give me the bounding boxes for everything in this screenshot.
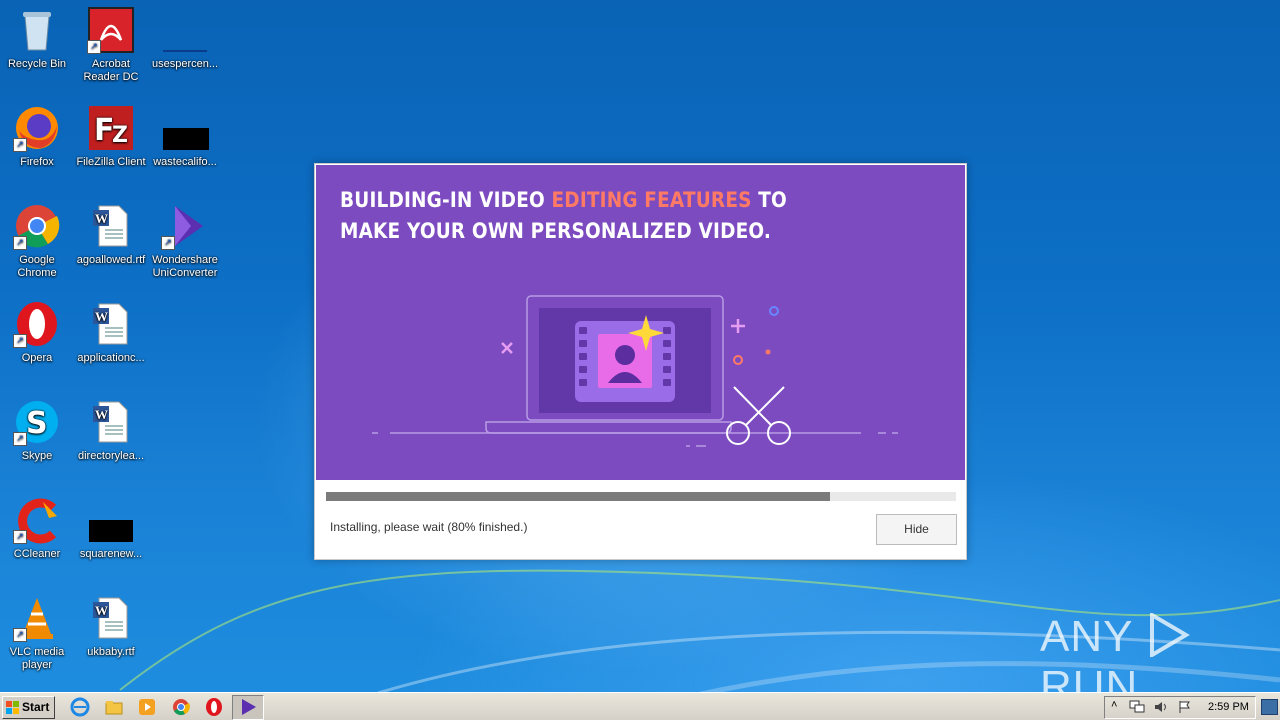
install-progress-bar [326, 492, 956, 501]
show-desktop-button[interactable] [1261, 699, 1278, 715]
start-label: Start [22, 700, 50, 714]
skype-icon: S ↗ [13, 398, 61, 446]
desktop-icon-label: Opera [21, 352, 53, 364]
desktop-icon-label: Acrobat Reader DC [83, 58, 139, 83]
firefox-icon: ↗ [13, 104, 61, 152]
opera-icon[interactable] [204, 697, 224, 717]
desktop-icon-chrome[interactable]: ↗ Google Chrome [0, 202, 74, 280]
desktop-icon-label: Firefox [20, 156, 54, 168]
word-document-icon: W [87, 398, 135, 446]
watermark-text-left: ANY [1040, 612, 1133, 661]
desktop-icon-opera[interactable]: ↗ Opera [0, 300, 74, 365]
desktop-icon-label: Skype [21, 450, 53, 462]
svg-text:W: W [95, 309, 108, 324]
action-center-flag-icon[interactable] [1177, 700, 1193, 714]
desktop-icon-label: directorylea... [77, 450, 145, 462]
internet-explorer-icon[interactable] [70, 697, 90, 717]
acrobat-icon: ↗ [87, 6, 135, 54]
desktop-icon-label: usespercen... [151, 58, 219, 70]
desktop-icon-uniconverter[interactable]: ↗ Wondershare UniConverter [148, 202, 222, 280]
shortcut-arrow-icon: ↗ [161, 236, 175, 250]
file-icon [161, 104, 209, 152]
play-logo-icon [1149, 611, 1190, 659]
desktop-icon-ukbaby[interactable]: W ukbaby.rtf [74, 594, 148, 659]
desktop-icon-vlc[interactable]: ↗ VLC media player [0, 594, 74, 672]
start-button[interactable]: Start [2, 696, 55, 719]
desktop-icon-label: Wondershare UniConverter [152, 254, 218, 279]
network-icon[interactable] [1129, 700, 1145, 714]
desktop-icon-acrobat[interactable]: ↗ Acrobat Reader DC [74, 6, 148, 84]
chrome-icon: ↗ [13, 202, 61, 250]
volume-icon[interactable] [1153, 700, 1169, 714]
desktop-icon-wastecalifo[interactable]: wastecalifo... [148, 104, 222, 169]
desktop-icon-label: wastecalifo... [153, 156, 217, 168]
shortcut-arrow-icon: ↗ [13, 432, 27, 446]
desktop-icon-firefox[interactable]: ↗ Firefox [0, 104, 74, 169]
file-icon [87, 496, 135, 544]
desktop-icon-label: squarenew... [79, 548, 143, 560]
install-status-text: Installing, please wait (80% finished.) [330, 520, 528, 534]
svg-text:Z: Z [112, 123, 128, 148]
installer-banner: BUILDING-IN VIDEO EDITING FEATURES TO MA… [316, 165, 965, 480]
desktop-icon-applicationc[interactable]: W applicationc... [74, 300, 148, 365]
shortcut-arrow-icon: ↗ [13, 334, 27, 348]
ccleaner-icon: ↗ [13, 496, 61, 544]
filezilla-icon: FZ [87, 104, 135, 152]
uniconverter-icon: ↗ [161, 202, 209, 250]
video-editing-illustration [372, 295, 898, 447]
desktop-icon-directorylea[interactable]: W directorylea... [74, 398, 148, 463]
shortcut-arrow-icon: ↗ [13, 530, 27, 544]
uniconverter-taskbar-button[interactable] [232, 695, 264, 720]
svg-text:W: W [95, 603, 108, 618]
uniconverter-icon [242, 699, 256, 715]
shortcut-arrow-icon: ↗ [13, 236, 27, 250]
desktop-icon-usespercen[interactable]: usespercen... [148, 6, 222, 71]
media-player-icon[interactable] [137, 697, 157, 717]
vlc-icon: ↗ [13, 594, 61, 642]
desktop-icon-agoallowed[interactable]: W agoallowed.rtf [74, 202, 148, 267]
shortcut-arrow-icon: ↗ [13, 138, 27, 152]
word-document-icon: W [87, 202, 135, 250]
desktop-icon-recycle-bin[interactable]: Recycle Bin [0, 6, 74, 71]
svg-text:W: W [95, 407, 108, 422]
desktop-icon-squarenew[interactable]: squarenew... [74, 496, 148, 561]
desktop-icon-label: Recycle Bin [7, 58, 67, 70]
svg-text:W: W [95, 211, 108, 226]
recycle-bin-icon [13, 6, 61, 54]
shortcut-arrow-icon: ↗ [87, 40, 101, 54]
installer-window: BUILDING-IN VIDEO EDITING FEATURES TO MA… [314, 163, 967, 560]
windows-logo-icon [6, 701, 19, 714]
install-progress-fill [326, 492, 830, 501]
desktop-icon-label: FileZilla Client [76, 156, 146, 168]
opera-icon: ↗ [13, 300, 61, 348]
taskbar: Start ˄ 2:59 PM [0, 692, 1280, 720]
desktop-icon-label: ukbaby.rtf [87, 646, 135, 658]
desktop-icon-label: CCleaner [13, 548, 61, 560]
shortcut-arrow-icon: ↗ [13, 628, 27, 642]
desktop-icon-filezilla[interactable]: FZ FileZilla Client [74, 104, 148, 169]
desktop-icon-skype[interactable]: S ↗ Skype [0, 398, 74, 463]
clock[interactable]: 2:59 PM [1208, 701, 1249, 713]
chrome-icon[interactable] [171, 697, 191, 717]
tray-expand-icon[interactable]: ˄ [1111, 699, 1117, 711]
desktop-icon-label: VLC media player [9, 646, 65, 671]
desktop-icon-label: Google Chrome [17, 254, 57, 279]
file-icon [161, 6, 209, 54]
word-document-icon: W [87, 300, 135, 348]
hide-button[interactable]: Hide [876, 514, 957, 545]
explorer-icon[interactable] [104, 697, 124, 717]
svg-text:S: S [26, 406, 48, 441]
word-document-icon: W [87, 594, 135, 642]
desktop-icon-label: agoallowed.rtf [76, 254, 146, 266]
desktop-icon-label: applicationc... [77, 352, 145, 364]
desktop-icon-ccleaner[interactable]: ↗ CCleaner [0, 496, 74, 561]
